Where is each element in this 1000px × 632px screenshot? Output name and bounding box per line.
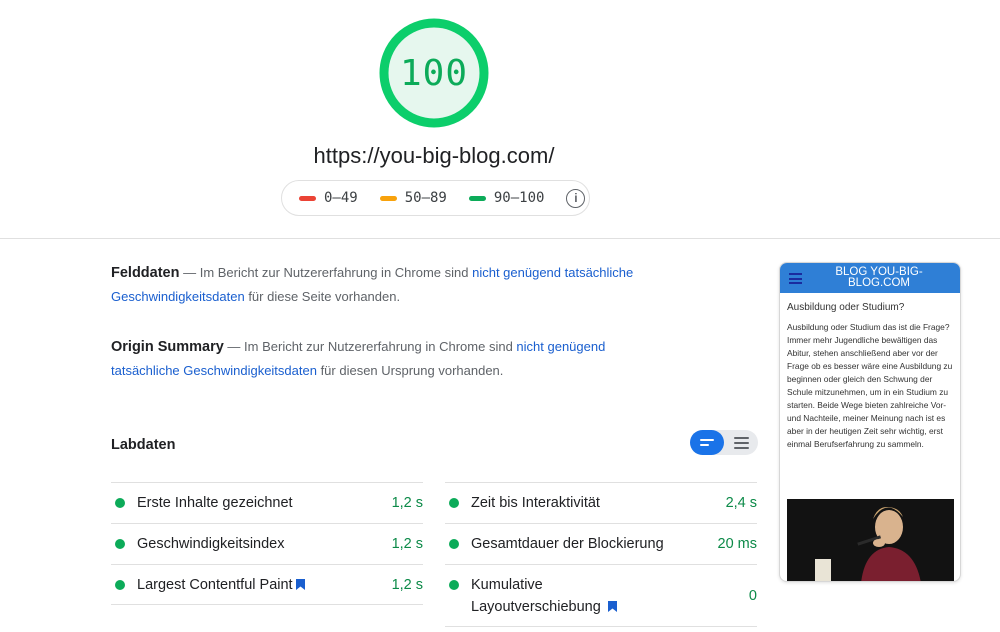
field-data-section: Felddaten — Im Bericht zur Nutzererfahru… bbox=[111, 261, 671, 308]
performance-score-value: 100 bbox=[399, 52, 469, 94]
metric-name: Largest Contentful Paint bbox=[137, 576, 293, 593]
metric-name-wrap: Kumulative Layoutverschiebung bbox=[449, 574, 749, 618]
metrics-column-right: Zeit bis Interaktivität 2,4 s Gesamtdaue… bbox=[445, 482, 757, 627]
score-legend: 0–49 50–89 90–100 i bbox=[281, 180, 590, 216]
legend-item-pass: 90–100 bbox=[468, 190, 545, 206]
person-photo-illustration bbox=[787, 499, 954, 581]
metric-cumulative-layout-shift: Kumulative Layoutverschiebung 0 bbox=[445, 564, 757, 627]
metric-value: 1,2 s bbox=[391, 536, 423, 552]
metric-first-contentful-paint: Erste Inhalte gezeichnet 1,2 s bbox=[111, 482, 423, 523]
section-divider bbox=[0, 238, 1000, 239]
text-view-icon[interactable] bbox=[724, 430, 758, 455]
legend-bar-green bbox=[468, 195, 486, 201]
pass-indicator-icon bbox=[115, 498, 125, 508]
pass-indicator-icon bbox=[115, 579, 125, 590]
core-web-vital-bookmark-icon bbox=[608, 600, 617, 612]
legend-item-fail: 0–49 bbox=[299, 190, 358, 206]
metric-largest-contentful-paint: Largest Contentful Paint 1,2 s bbox=[111, 564, 423, 605]
list-view-icon[interactable] bbox=[690, 430, 724, 455]
info-icon[interactable]: i bbox=[566, 188, 586, 208]
pass-indicator-icon bbox=[449, 579, 459, 590]
legend-label: 50–89 bbox=[404, 190, 447, 206]
pass-indicator-icon bbox=[449, 498, 459, 508]
performance-score-gauge: 100 bbox=[379, 18, 489, 128]
pass-indicator-icon bbox=[449, 539, 459, 549]
preview-post-photo bbox=[787, 499, 954, 581]
preview-site-header: BLOG YOU-BIG-BLOG.COM bbox=[780, 263, 960, 293]
legend-label: 90–100 bbox=[493, 190, 545, 206]
legend-item-average: 50–89 bbox=[379, 190, 447, 206]
metric-name: Erste Inhalte gezeichnet bbox=[137, 495, 293, 511]
origin-summary-heading: Origin Summary bbox=[111, 339, 224, 355]
origin-summary-text: — Im Bericht zur Nutzererfahrung in Chro… bbox=[223, 339, 517, 354]
metric-value: 1,2 s bbox=[391, 495, 423, 511]
pass-indicator-icon bbox=[115, 539, 125, 549]
metric-value: 1,2 s bbox=[391, 576, 423, 593]
metric-name: Kumulative Layoutverschiebung bbox=[471, 576, 601, 615]
metrics-column-left: Erste Inhalte gezeichnet 1,2 s Geschwind… bbox=[111, 482, 423, 605]
tested-url: https://you-big-blog.com/ bbox=[313, 143, 555, 168]
legend-label: 0–49 bbox=[324, 190, 358, 206]
metric-value: 0 bbox=[748, 587, 757, 604]
page-screenshot-preview[interactable]: BLOG YOU-BIG-BLOG.COM Ausbildung oder St… bbox=[779, 262, 961, 582]
metrics-view-toggle[interactable] bbox=[690, 430, 758, 455]
preview-site-title: BLOG YOU-BIG-BLOG.COM bbox=[835, 266, 923, 289]
hamburger-menu-icon bbox=[789, 273, 802, 287]
metric-value: 2,4 s bbox=[725, 495, 757, 511]
metric-name: Geschwindigkeitsindex bbox=[137, 536, 285, 552]
metric-name-wrap: Largest Contentful Paint bbox=[137, 577, 392, 593]
field-data-text: — Im Bericht zur Nutzererfahrung in Chro… bbox=[179, 265, 473, 280]
preview-post-body: Ausbildung oder Studium das ist die Frag… bbox=[787, 322, 953, 449]
metric-time-to-interactive: Zeit bis Interaktivität 2,4 s bbox=[445, 482, 757, 523]
metric-total-blocking-time: Gesamtdauer der Blockierung 20 ms bbox=[445, 523, 757, 564]
origin-summary-section: Origin Summary — Im Bericht zur Nutzerer… bbox=[111, 335, 671, 382]
legend-bar-red bbox=[299, 195, 316, 201]
field-data-text-after: für diese Seite vorhanden. bbox=[244, 289, 401, 304]
metric-value: 20 ms bbox=[717, 536, 758, 552]
metric-speed-index: Geschwindigkeitsindex 1,2 s bbox=[111, 523, 423, 564]
metric-name: Gesamtdauer der Blockierung bbox=[471, 536, 664, 552]
core-web-vital-bookmark-icon bbox=[295, 578, 305, 590]
origin-summary-text-after: für diesen Ursprung vorhanden. bbox=[316, 363, 504, 378]
legend-bar-orange bbox=[379, 195, 397, 201]
metric-name: Zeit bis Interaktivität bbox=[471, 495, 600, 511]
field-data-heading: Felddaten bbox=[111, 265, 180, 281]
preview-post-title: Ausbildung oder Studium? bbox=[787, 302, 905, 313]
lab-data-heading: Labdaten bbox=[111, 437, 176, 453]
